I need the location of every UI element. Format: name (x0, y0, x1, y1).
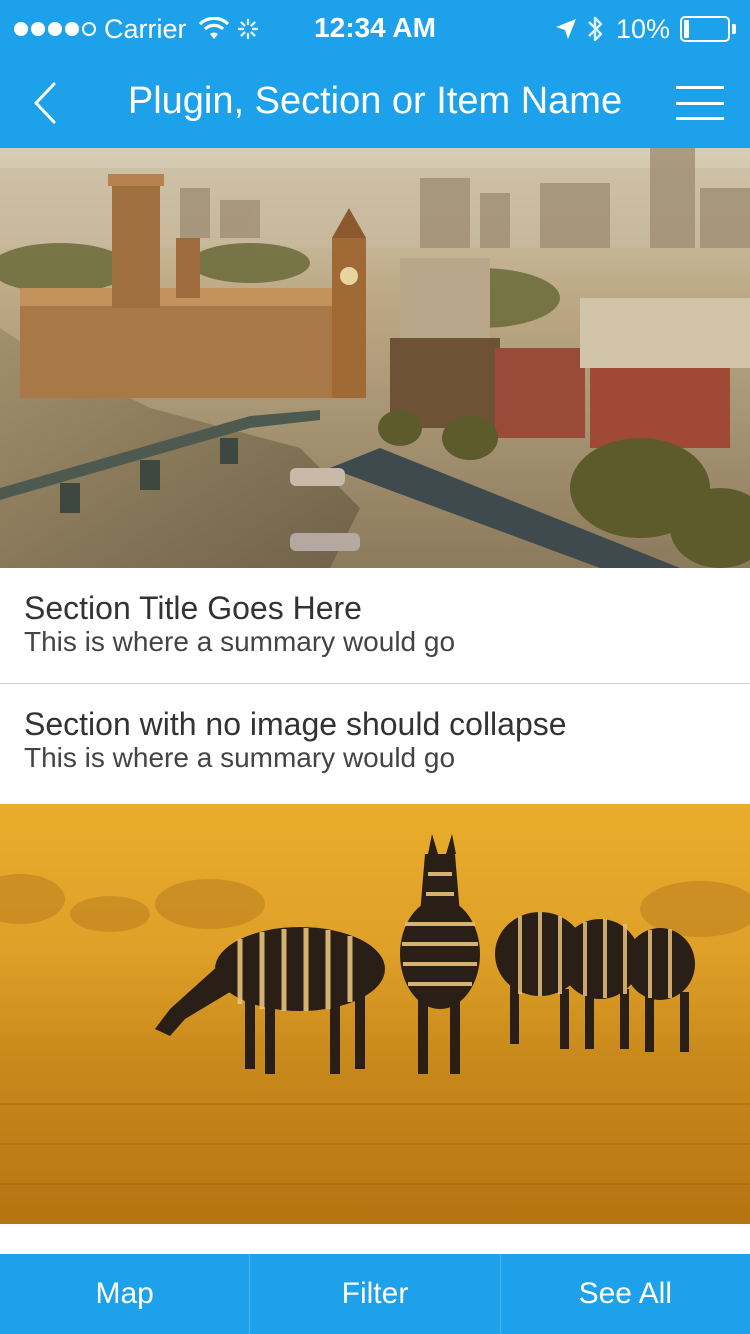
battery-tip (732, 24, 736, 34)
zebras-savanna-image (0, 804, 750, 1224)
section-summary: This is where a summary would go (24, 626, 456, 657)
hamburger-menu-icon-line (676, 101, 724, 105)
section-summary: This is where a summary would go (24, 742, 456, 773)
location-arrow-icon (555, 19, 576, 39)
battery-icon (680, 16, 736, 42)
tab-filter[interactable]: Filter (249, 1254, 499, 1334)
battery-percentage: 10% (615, 14, 670, 44)
chevron-left-icon (34, 82, 56, 124)
city-aerial-image (0, 148, 750, 568)
section-item-partial[interactable] (0, 1224, 750, 1254)
section-item[interactable]: Section Title Goes Here This is where a … (0, 568, 750, 684)
status-bar: Carrier 12:34 AM 10% (0, 0, 750, 58)
hamburger-menu-icon (676, 86, 724, 89)
tab-map[interactable]: Map (0, 1254, 249, 1334)
status-right: 10% (554, 14, 736, 44)
navigation-bar: Plugin, Section or Item Name (0, 58, 750, 148)
section-title: Section with no image should collapse (24, 706, 567, 742)
hero-image-zebras[interactable] (0, 804, 750, 1224)
battery-fill (684, 20, 689, 38)
tab-bar: Map Filter See All (0, 1254, 750, 1334)
hero-image-city[interactable] (0, 148, 750, 568)
page-title: Plugin, Section or Item Name (127, 80, 623, 122)
back-button[interactable] (20, 76, 70, 130)
section-title: Section Title Goes Here (24, 590, 362, 626)
tab-see-all[interactable]: See All (499, 1254, 750, 1334)
content-list[interactable]: Section Title Goes Here This is where a … (0, 148, 750, 1254)
hamburger-menu-icon-line (676, 117, 724, 120)
header: Carrier 12:34 AM 10% Plugin, Section or … (0, 0, 750, 148)
menu-button[interactable] (676, 86, 724, 120)
bluetooth-icon (588, 16, 603, 42)
section-item[interactable]: Section with no image should collapse Th… (0, 684, 750, 804)
